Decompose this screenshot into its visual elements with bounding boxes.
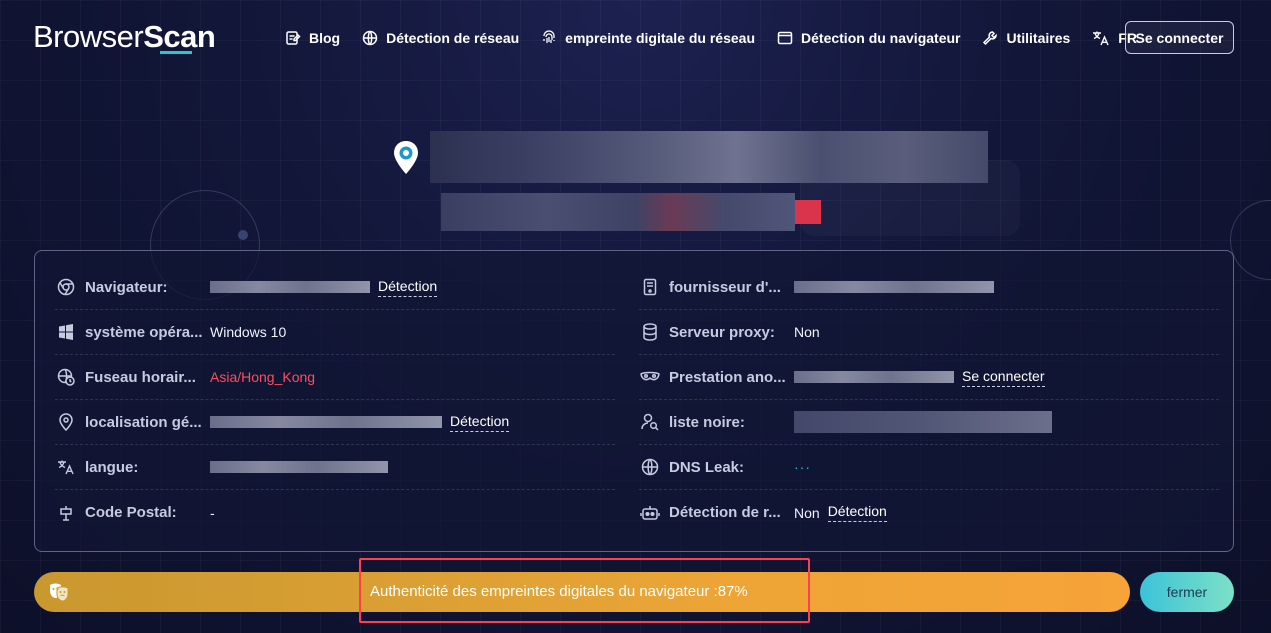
info-value: Windows 10 — [210, 324, 287, 340]
info-value: Non — [794, 324, 820, 340]
timezone-value: Asia/Hong_Kong — [210, 369, 316, 385]
timezone-icon — [55, 366, 77, 388]
info-row-os: système opéra... Windows 10 — [55, 310, 615, 355]
redacted-value — [794, 281, 994, 293]
nav-browser-detection[interactable]: Détection du navigateur — [777, 30, 960, 46]
user-search-icon — [639, 411, 661, 433]
brand-name-part1: Browser — [33, 19, 144, 54]
database-icon — [639, 321, 661, 343]
dns-leak-loading: ··· — [794, 459, 811, 475]
globe-icon — [362, 30, 378, 46]
redacted-value — [794, 411, 1052, 433]
brand-logo[interactable]: BrowserScan — [33, 19, 216, 55]
brand-name-part2: Scan — [143, 19, 216, 54]
info-row-dns-leak: DNS Leak: ··· — [639, 445, 1219, 490]
info-row-anonymity: Prestation ano... Se connecter — [639, 355, 1219, 400]
info-label: fournisseur d'... — [669, 278, 781, 296]
nav-blog[interactable]: Blog — [285, 30, 340, 46]
info-label: Détection de r... — [669, 504, 781, 521]
top-header: BrowserScan Blog Détection de réseau emp… — [0, 0, 1271, 76]
info-value: - — [210, 504, 215, 521]
info-label: système opéra... — [85, 323, 203, 341]
info-label: Navigateur: — [85, 278, 168, 296]
info-label: Fuseau horair... — [85, 368, 196, 386]
windows-icon — [55, 321, 77, 343]
logo-accent-bar — [160, 51, 192, 54]
info-label: DNS Leak: — [669, 458, 745, 476]
info-value: Non — [794, 504, 820, 521]
score-highlight-box — [359, 558, 810, 623]
nav-network-detection[interactable]: Détection de réseau — [362, 30, 519, 46]
ip-address-redacted — [430, 131, 988, 183]
robot-detection-link[interactable]: Détection — [827, 503, 887, 522]
nav-utilities-label: Utilitaires — [1006, 30, 1071, 46]
wrench-icon — [983, 31, 998, 46]
close-button[interactable]: fermer — [1140, 572, 1234, 612]
translate-icon — [1093, 31, 1109, 46]
info-row-timezone: Fuseau horair... Asia/Hong_Kong — [55, 355, 615, 400]
browser-window-icon — [777, 31, 793, 45]
blog-icon — [286, 31, 301, 45]
chrome-icon — [55, 276, 77, 298]
info-label: Serveur proxy: — [669, 323, 775, 341]
browser-info-panel: Navigateur: Détection système opéra... W… — [34, 250, 1234, 552]
redacted-value — [210, 461, 388, 473]
redacted-value — [210, 416, 442, 428]
ip-location-pin-icon — [392, 140, 420, 181]
nav-blog-label: Blog — [309, 30, 341, 46]
login-button[interactable]: Se connecter — [1125, 21, 1234, 54]
info-row-robot-detection: Détection de r... Non Détection — [639, 490, 1219, 535]
redacted-value — [210, 281, 370, 293]
nav-network-detection-label: Détection de réseau — [386, 30, 520, 46]
theater-masks-icon — [48, 582, 70, 607]
info-label: Prestation ano... — [669, 368, 786, 386]
robot-icon — [639, 502, 661, 524]
nav-browser-detection-label: Détection du navigateur — [801, 30, 961, 46]
geolocation-detection-link[interactable]: Détection — [450, 413, 510, 432]
decor-dot — [238, 230, 248, 240]
info-row-browser: Navigateur: Détection — [55, 265, 615, 310]
mask-icon — [639, 366, 661, 388]
anonymity-login-link[interactable]: Se connecter — [962, 368, 1045, 387]
postal-icon — [55, 502, 77, 524]
info-row-postal-code: Code Postal: - — [55, 490, 615, 535]
info-label: liste noire: — [669, 413, 745, 431]
info-row-proxy: Serveur proxy: Non — [639, 310, 1219, 355]
nav-utilities[interactable]: Utilitaires — [982, 30, 1070, 46]
fingerprint-icon — [543, 30, 555, 44]
nav-network-fingerprint[interactable]: empreinte digitale du réseau — [541, 30, 755, 46]
browser-detection-link[interactable]: Détection — [378, 278, 438, 297]
redacted-value — [794, 371, 954, 383]
server-icon — [639, 276, 661, 298]
location-pin-icon — [55, 411, 77, 433]
info-label: localisation gé... — [85, 413, 202, 431]
nav-network-fingerprint-label: empreinte digitale du réseau — [565, 30, 756, 46]
info-label: Code Postal: — [85, 504, 177, 521]
ip-location-redacted — [441, 193, 795, 231]
info-row-geolocation: localisation gé... Détection — [55, 400, 615, 445]
ip-flag-redacted — [795, 200, 821, 224]
main-nav: Blog Détection de réseau empreinte digit… — [285, 26, 1159, 50]
info-label: langue: — [85, 458, 139, 476]
info-row-language: langue: — [55, 445, 615, 490]
dns-globe-icon — [639, 456, 661, 478]
info-row-isp: fournisseur d'... — [639, 265, 1219, 310]
translate-icon — [55, 456, 77, 478]
info-row-blacklist: liste noire: — [639, 400, 1219, 445]
